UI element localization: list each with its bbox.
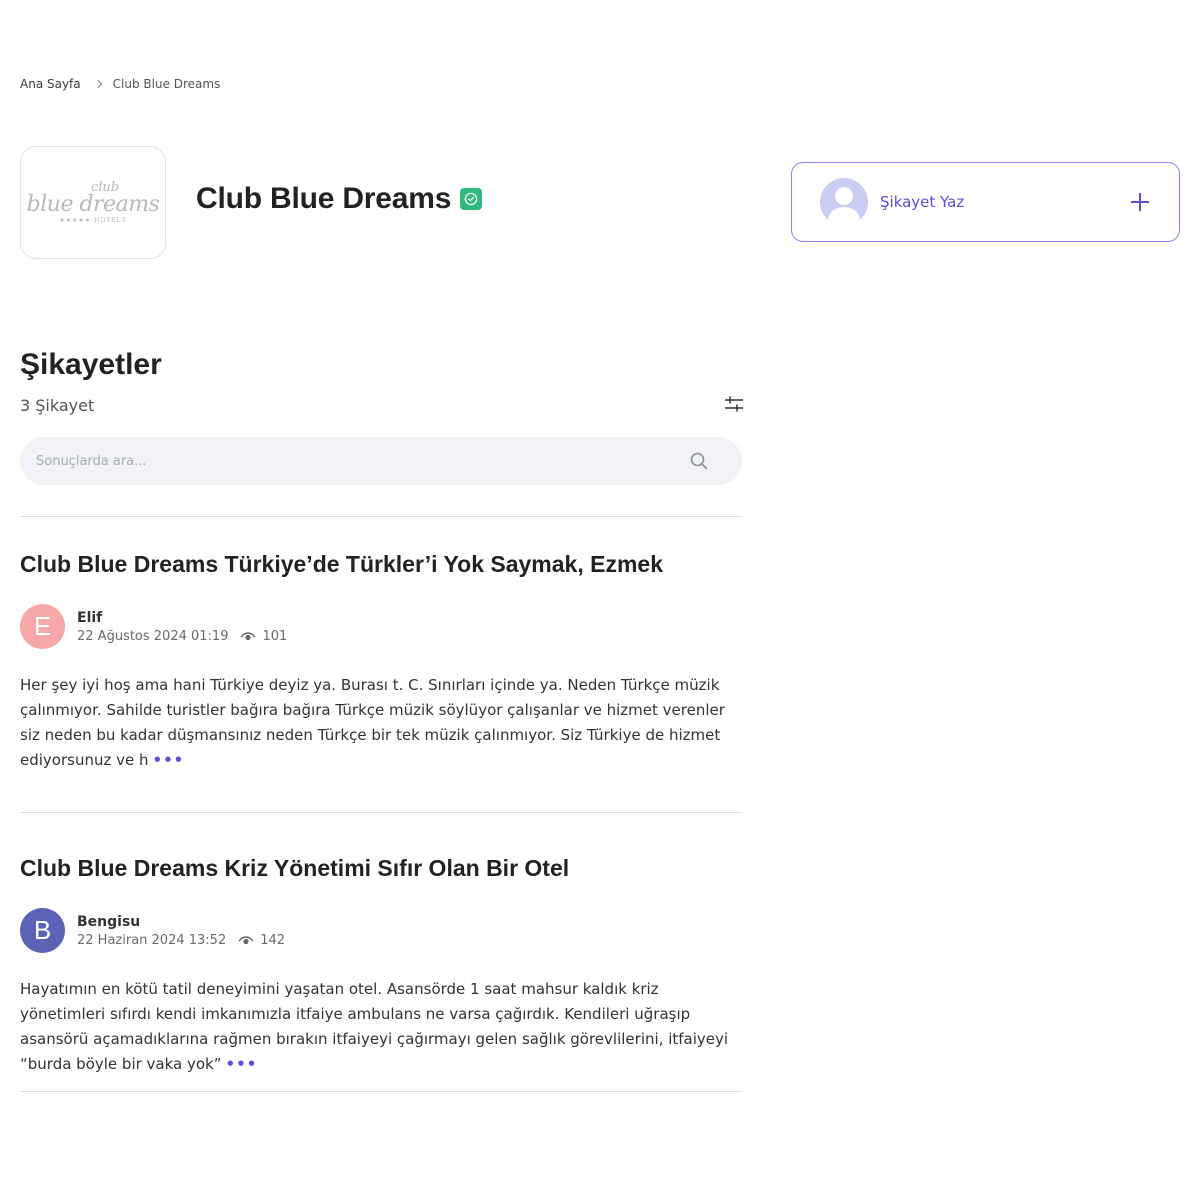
brand-logo-image: club blue dreams ★★★★★ HOTELS — [27, 181, 160, 224]
complaint-card: Club Blue Dreams Kriz Yönetimi Sıfır Ola… — [20, 855, 742, 1077]
brand-header: Club Blue Dreams — [196, 182, 483, 216]
logo-text-main: blue dreams — [26, 192, 160, 217]
complaint-body: Hayatımın en kötü tatil deneyimini yaşat… — [20, 980, 729, 1073]
write-complaint-label: Şikayet Yaz — [880, 193, 965, 211]
divider — [20, 812, 742, 813]
complaint-meta: B Bengisu 22 Haziran 2024 13:52 142 — [20, 908, 742, 953]
breadcrumb: Ana Sayfa Club Blue Dreams — [20, 77, 220, 91]
search-input[interactable] — [36, 453, 690, 469]
read-more-button[interactable]: ••• — [153, 751, 185, 769]
author-name: Bengisu — [77, 913, 141, 930]
eye-icon — [238, 934, 254, 946]
logo-text-bottom: ★★★★★ HOTELS — [59, 217, 127, 224]
eye-icon — [240, 630, 256, 642]
view-count: 101 — [262, 628, 288, 644]
search-bar — [20, 437, 742, 485]
complaint-body: Her şey iyi hoş ama hani Türkiye deyiz y… — [20, 676, 725, 769]
author-name: Elif — [77, 609, 103, 626]
verified-check-icon — [460, 188, 483, 210]
breadcrumb-current: Club Blue Dreams — [112, 77, 221, 91]
complaint-date: 22 Haziran 2024 13:52 — [77, 932, 227, 948]
complaint-card: Club Blue Dreams Türkiye’de Türkler’i Yo… — [20, 551, 742, 773]
author-avatar: B — [20, 908, 65, 953]
plus-icon — [1131, 193, 1149, 211]
complaint-title[interactable]: Club Blue Dreams Türkiye’de Türkler’i Yo… — [20, 551, 742, 578]
search-icon[interactable] — [690, 452, 708, 470]
page-title: Club Blue Dreams — [196, 182, 452, 215]
divider — [20, 1091, 742, 1092]
breadcrumb-home-link[interactable]: Ana Sayfa — [20, 77, 81, 91]
complaint-title[interactable]: Club Blue Dreams Kriz Yönetimi Sıfır Ola… — [20, 855, 742, 882]
complaints-heading: Şikayetler — [20, 348, 162, 381]
complaint-excerpt: Hayatımın en kötü tatil deneyimini yaşat… — [20, 977, 742, 1077]
write-complaint-button[interactable]: Şikayet Yaz — [791, 162, 1180, 242]
chevron-right-icon — [93, 79, 102, 89]
user-avatar-icon — [820, 178, 868, 226]
avatar-letter: B — [33, 915, 52, 945]
author-avatar: E — [20, 604, 65, 649]
complaint-meta: E Elif 22 Ağustos 2024 01:19 101 — [20, 604, 742, 649]
complaint-date: 22 Ağustos 2024 01:19 — [77, 628, 229, 644]
read-more-button[interactable]: ••• — [226, 1055, 258, 1073]
complaints-count: 3 Şikayet — [20, 396, 95, 415]
complaint-excerpt: Her şey iyi hoş ama hani Türkiye deyiz y… — [20, 673, 742, 773]
view-count: 142 — [260, 932, 286, 948]
brand-logo: club blue dreams ★★★★★ HOTELS — [20, 146, 166, 259]
filter-sliders-icon[interactable] — [724, 395, 744, 413]
avatar-letter: E — [33, 611, 52, 641]
divider — [20, 516, 742, 517]
